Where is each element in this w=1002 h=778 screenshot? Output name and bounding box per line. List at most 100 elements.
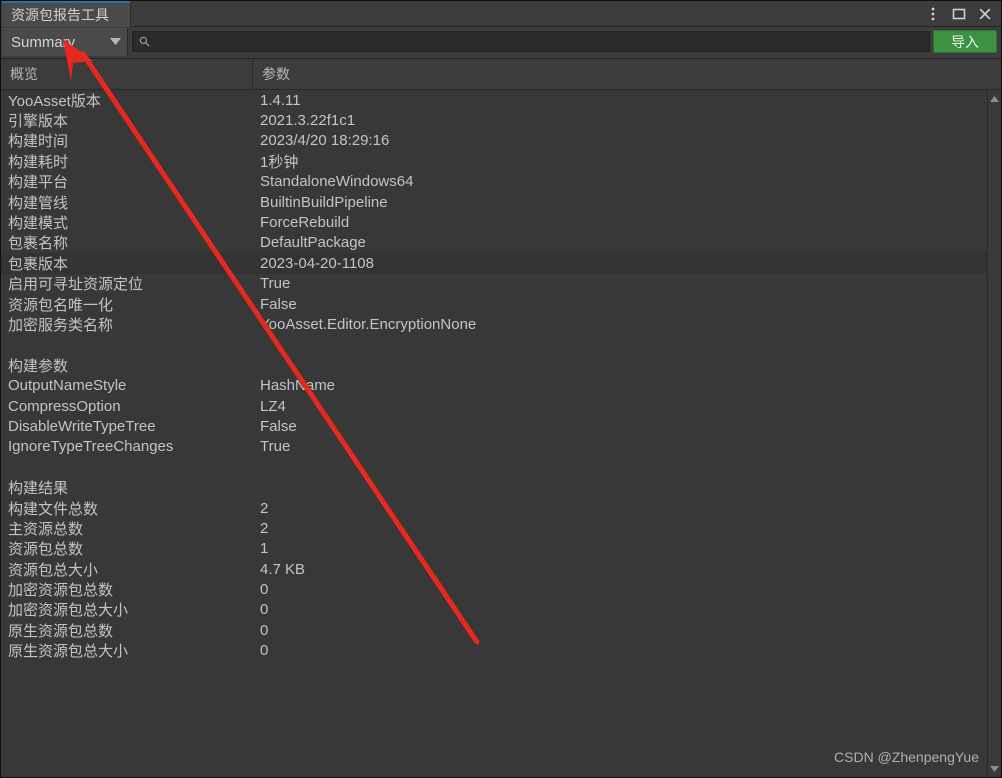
- table-row[interactable]: 构建耗时 1秒钟: [1, 151, 1001, 171]
- tab-asset-report-tool[interactable]: 资源包报告工具: [2, 1, 131, 27]
- table-cell-value: 2023/4/20 18:29:16: [260, 132, 390, 150]
- table-row[interactable]: [1, 335, 1001, 355]
- table-cell-value: 1秒钟: [260, 153, 299, 171]
- table-row[interactable]: OutputNameStyle HashName: [1, 375, 1001, 395]
- table-cell-key: 包裹版本: [8, 255, 69, 273]
- table-row[interactable]: 构建参数: [1, 355, 1001, 375]
- search-box[interactable]: [132, 31, 930, 52]
- table-row[interactable]: 资源包名唯一化 False: [1, 294, 1001, 314]
- table-cell-value: 1.4.11: [260, 91, 301, 109]
- window-controls: [921, 1, 997, 27]
- table-row[interactable]: DisableWriteTypeTree False: [1, 416, 1001, 436]
- table-row[interactable]: 资源包总数 1: [1, 539, 1001, 559]
- import-button[interactable]: 导入: [933, 30, 997, 53]
- table-row[interactable]: 构建文件总数 2: [1, 498, 1001, 518]
- table-cell-key: 加密资源包总大小: [8, 602, 129, 620]
- table-row[interactable]: YooAsset版本 1.4.11: [1, 90, 1001, 110]
- column-header-overview[interactable]: 概览: [1, 59, 253, 89]
- search-icon: [139, 36, 150, 47]
- table-row[interactable]: 构建结果: [1, 477, 1001, 497]
- table-row[interactable]: 启用可寻址资源定位 True: [1, 274, 1001, 294]
- table-row[interactable]: [1, 457, 1001, 477]
- chevron-down-icon: [110, 37, 121, 47]
- table-row[interactable]: IgnoreTypeTreeChanges True: [1, 437, 1001, 457]
- table-cell-key: 资源包名唯一化: [8, 296, 114, 314]
- table-cell-key: 构建平台: [8, 174, 69, 192]
- asset-report-window: 资源包报告工具 Summary 导入 概览 参数 YooAsset版本 1.4.…: [0, 0, 1002, 778]
- toolbar: Summary 导入: [1, 27, 1001, 59]
- table-cell-value: DefaultPackage: [260, 234, 366, 252]
- table-cell-value: 0: [260, 621, 269, 639]
- view-mode-dropdown[interactable]: Summary: [2, 28, 128, 56]
- table-cell-value: 2023-04-20-1108: [260, 254, 374, 272]
- table-cell-key: 构建模式: [8, 215, 69, 233]
- table-cell-value: LZ4: [260, 397, 286, 415]
- table-cell-value: 0: [260, 601, 269, 619]
- table-column-header: 概览 参数: [1, 59, 1001, 90]
- table-row[interactable]: 主资源总数 2: [1, 518, 1001, 538]
- table-row[interactable]: 加密资源包总大小 0: [1, 600, 1001, 620]
- table-cell-value: BuiltinBuildPipeline: [260, 193, 388, 211]
- table-row[interactable]: 加密资源包总数 0: [1, 579, 1001, 599]
- kebab-menu-icon[interactable]: [921, 2, 945, 26]
- table-row[interactable]: CompressOption LZ4: [1, 396, 1001, 416]
- table-cell-value: YooAsset.Editor.EncryptionNone: [260, 315, 477, 333]
- table-cell-key: 构建参数: [8, 357, 69, 375]
- table-cell-key: 包裹名称: [8, 235, 69, 253]
- table-cell-key: 构建时间: [8, 133, 69, 151]
- table-row[interactable]: 构建管线 BuiltinBuildPipeline: [1, 192, 1001, 212]
- table-cell-key: 构建文件总数: [8, 500, 99, 518]
- table-cell-key: 加密资源包总数: [8, 582, 114, 600]
- table-body[interactable]: YooAsset版本 1.4.11 引擎版本 2021.3.22f1c1 构建时间 202…: [1, 90, 1001, 777]
- table-row[interactable]: 资源包总大小 4.7 KB: [1, 559, 1001, 579]
- search-input[interactable]: [155, 34, 929, 49]
- import-button-label: 导入: [951, 33, 979, 50]
- column-header-overview-label: 概览: [10, 66, 38, 82]
- table-cell-key: 引擎版本: [8, 113, 69, 131]
- table-row[interactable]: 包裹版本 2023-04-20-1108: [1, 253, 1001, 274]
- table-cell-value: False: [260, 295, 297, 313]
- vertical-scrollbar[interactable]: [987, 90, 1001, 777]
- table-cell-key: IgnoreTypeTreeChanges: [8, 438, 174, 456]
- table-cell-value: StandaloneWindows64: [260, 173, 414, 191]
- column-header-parameter-label: 参数: [262, 66, 290, 82]
- table-cell-key: YooAsset版本: [8, 92, 101, 110]
- table-cell-key: 原生资源包总大小: [8, 643, 129, 661]
- table-cell-value: True: [260, 275, 291, 293]
- table-cell-value: ForceRebuild: [260, 214, 350, 232]
- table-cell-key: CompressOption: [8, 397, 121, 415]
- table-cell-value: 2021.3.22f1c1: [260, 112, 356, 130]
- table-cell-key: 启用可寻址资源定位: [8, 276, 144, 294]
- table-cell-key: 构建结果: [8, 480, 69, 498]
- table-row[interactable]: 引擎版本 2021.3.22f1c1: [1, 110, 1001, 130]
- table-cell-key: OutputNameStyle: [8, 377, 127, 395]
- table-cell-key: 主资源总数: [8, 520, 84, 538]
- table-cell-key: 资源包总数: [8, 541, 84, 559]
- maximize-icon[interactable]: [947, 2, 971, 26]
- table-row[interactable]: 构建平台 StandaloneWindows64: [1, 172, 1001, 192]
- view-mode-dropdown-value: Summary: [11, 33, 76, 51]
- table-cell-value: 2: [260, 499, 269, 517]
- table-cell-value: HashName: [260, 377, 336, 395]
- table-row[interactable]: 加密服务类名称 YooAsset.Editor.EncryptionNone: [1, 314, 1001, 334]
- table-cell-value: 1: [260, 540, 269, 558]
- table-row[interactable]: 原生资源包总数 0: [1, 620, 1001, 640]
- table-cell-value: 4.7 KB: [260, 560, 306, 578]
- scroll-down-arrow-icon[interactable]: [988, 762, 1001, 775]
- table-cell-value: False: [260, 417, 297, 435]
- column-header-parameter[interactable]: 参数: [253, 59, 1001, 89]
- title-bar: 资源包报告工具: [1, 1, 1001, 27]
- close-icon[interactable]: [973, 2, 997, 26]
- table-row[interactable]: 构建模式 ForceRebuild: [1, 212, 1001, 232]
- scroll-up-arrow-icon[interactable]: [988, 92, 1001, 105]
- table-row[interactable]: 包裹名称 DefaultPackage: [1, 233, 1001, 253]
- table-cell-value: 0: [260, 581, 269, 599]
- table-cell-key: 资源包总大小: [8, 561, 99, 579]
- table-cell-key: 构建管线: [8, 194, 69, 212]
- table-cell-key: 构建耗时: [8, 153, 69, 171]
- table-cell-value: True: [260, 438, 291, 456]
- tab-label: 资源包报告工具: [11, 7, 109, 23]
- table-cell-key: 加密服务类名称: [8, 316, 114, 334]
- table-row[interactable]: 构建时间 2023/4/20 18:29:16: [1, 131, 1001, 151]
- table-row[interactable]: 原生资源包总大小 0: [1, 641, 1001, 661]
